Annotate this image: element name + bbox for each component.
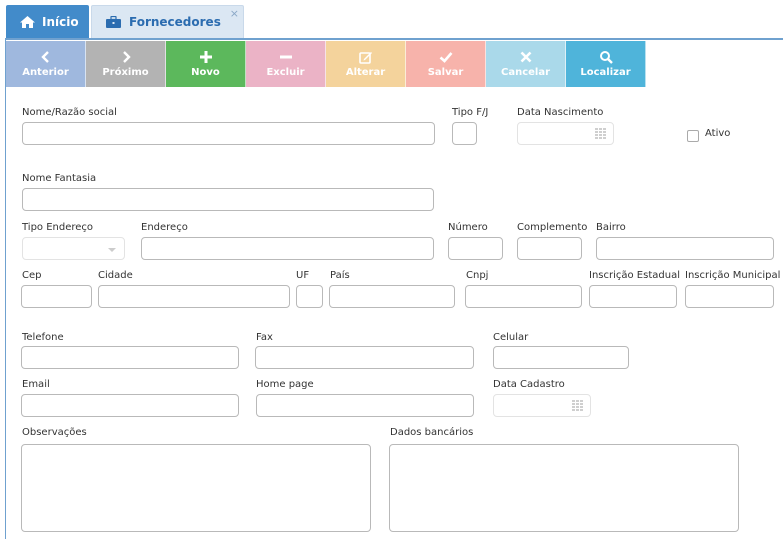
country-input[interactable] [329,285,455,308]
registration-date-label: Data Cadastro [493,379,565,390]
chevron-left-icon [40,51,49,63]
bank-details-label: Dados bancários [390,427,474,438]
previous-button[interactable]: Anterior [6,41,86,87]
new-button[interactable]: Novo [166,41,246,87]
search-button[interactable]: Localizar [566,41,646,87]
minus-icon [279,55,292,59]
phone-input[interactable] [21,346,239,369]
next-button[interactable]: Próximo [86,41,166,87]
save-label: Salvar [427,67,464,78]
person-type-input[interactable] [452,122,477,145]
state-registration-label: Inscrição Estadual [589,270,680,281]
tab-suppliers-label: Fornecedores [129,15,221,29]
address-input[interactable] [141,237,434,260]
toolbar: Anterior Próximo Novo Excluir Alterar Sa… [6,41,646,87]
plus-icon [199,51,212,63]
homepage-input[interactable] [256,394,474,417]
registration-date-input[interactable] [493,394,591,417]
close-x-icon [520,51,531,63]
name-label: Nome/Razão social [22,107,117,118]
home-icon [20,15,35,28]
number-label: Número [448,222,488,233]
save-button[interactable]: Salvar [406,41,486,87]
bank-details-textarea[interactable] [389,444,739,532]
edit-icon [358,52,372,64]
close-icon[interactable]: × [230,7,239,20]
number-input[interactable] [448,237,503,260]
search-icon [599,51,613,64]
edit-button[interactable]: Alterar [326,41,406,87]
email-field[interactable] [21,394,239,417]
trade-name-input[interactable] [22,188,434,211]
tab-home[interactable]: Início [6,5,89,38]
tab-bar: Início Fornecedores × [0,0,783,38]
city-label: Cidade [98,270,133,281]
state-label: UF [296,270,310,281]
previous-label: Anterior [22,67,69,78]
trade-name-label: Nome Fantasia [22,173,97,184]
notes-textarea[interactable] [21,444,371,532]
municipal-registration-label: Inscrição Municipal [685,270,781,281]
city-input[interactable] [98,285,290,308]
birth-date-label: Data Nascimento [517,107,604,118]
check-icon [439,52,452,63]
fax-input[interactable] [255,346,474,369]
birth-date-input[interactable] [517,122,614,145]
mobile-input[interactable] [493,346,629,369]
name-input[interactable] [22,122,435,145]
district-input[interactable] [596,237,774,260]
active-label: Ativo [705,128,731,139]
mobile-label: Celular [493,332,529,343]
edit-label: Alterar [345,67,386,78]
cancel-label: Cancelar [500,67,551,78]
district-label: Bairro [596,222,626,233]
country-label: País [330,270,350,281]
address-label: Endereço [141,222,188,233]
tab-home-label: Início [42,14,79,29]
tab-suppliers[interactable]: Fornecedores × [91,5,244,38]
next-label: Próximo [102,67,149,78]
zip-input[interactable] [21,285,92,308]
briefcase-icon [106,15,121,28]
search-label: Localizar [580,67,631,78]
cnpj-label: Cnpj [466,270,489,281]
active-checkbox[interactable] [687,130,699,142]
address-type-select[interactable] [22,237,125,260]
calendar-icon[interactable] [572,400,586,412]
person-type-label: Tipo F/J [452,107,489,118]
new-label: Novo [191,67,220,78]
chevron-right-icon [122,51,131,63]
delete-button[interactable]: Excluir [246,41,326,87]
delete-label: Excluir [266,67,305,78]
notes-label: Observações [22,427,87,438]
state-input[interactable] [296,285,323,308]
address-type-label: Tipo Endereço [22,222,94,233]
state-registration-input[interactable] [589,285,677,308]
municipal-registration-input[interactable] [685,285,774,308]
zip-label: Cep [22,270,42,281]
fax-label: Fax [256,332,273,343]
phone-label: Telefone [22,332,64,343]
complement-label: Complemento [517,222,588,233]
email-label: Email [22,379,50,390]
cnpj-input[interactable] [465,285,582,308]
homepage-label: Home page [256,379,314,390]
cancel-button[interactable]: Cancelar [486,41,566,87]
complement-input[interactable] [517,237,582,260]
chevron-down-icon [108,248,116,252]
calendar-icon[interactable] [595,128,609,140]
